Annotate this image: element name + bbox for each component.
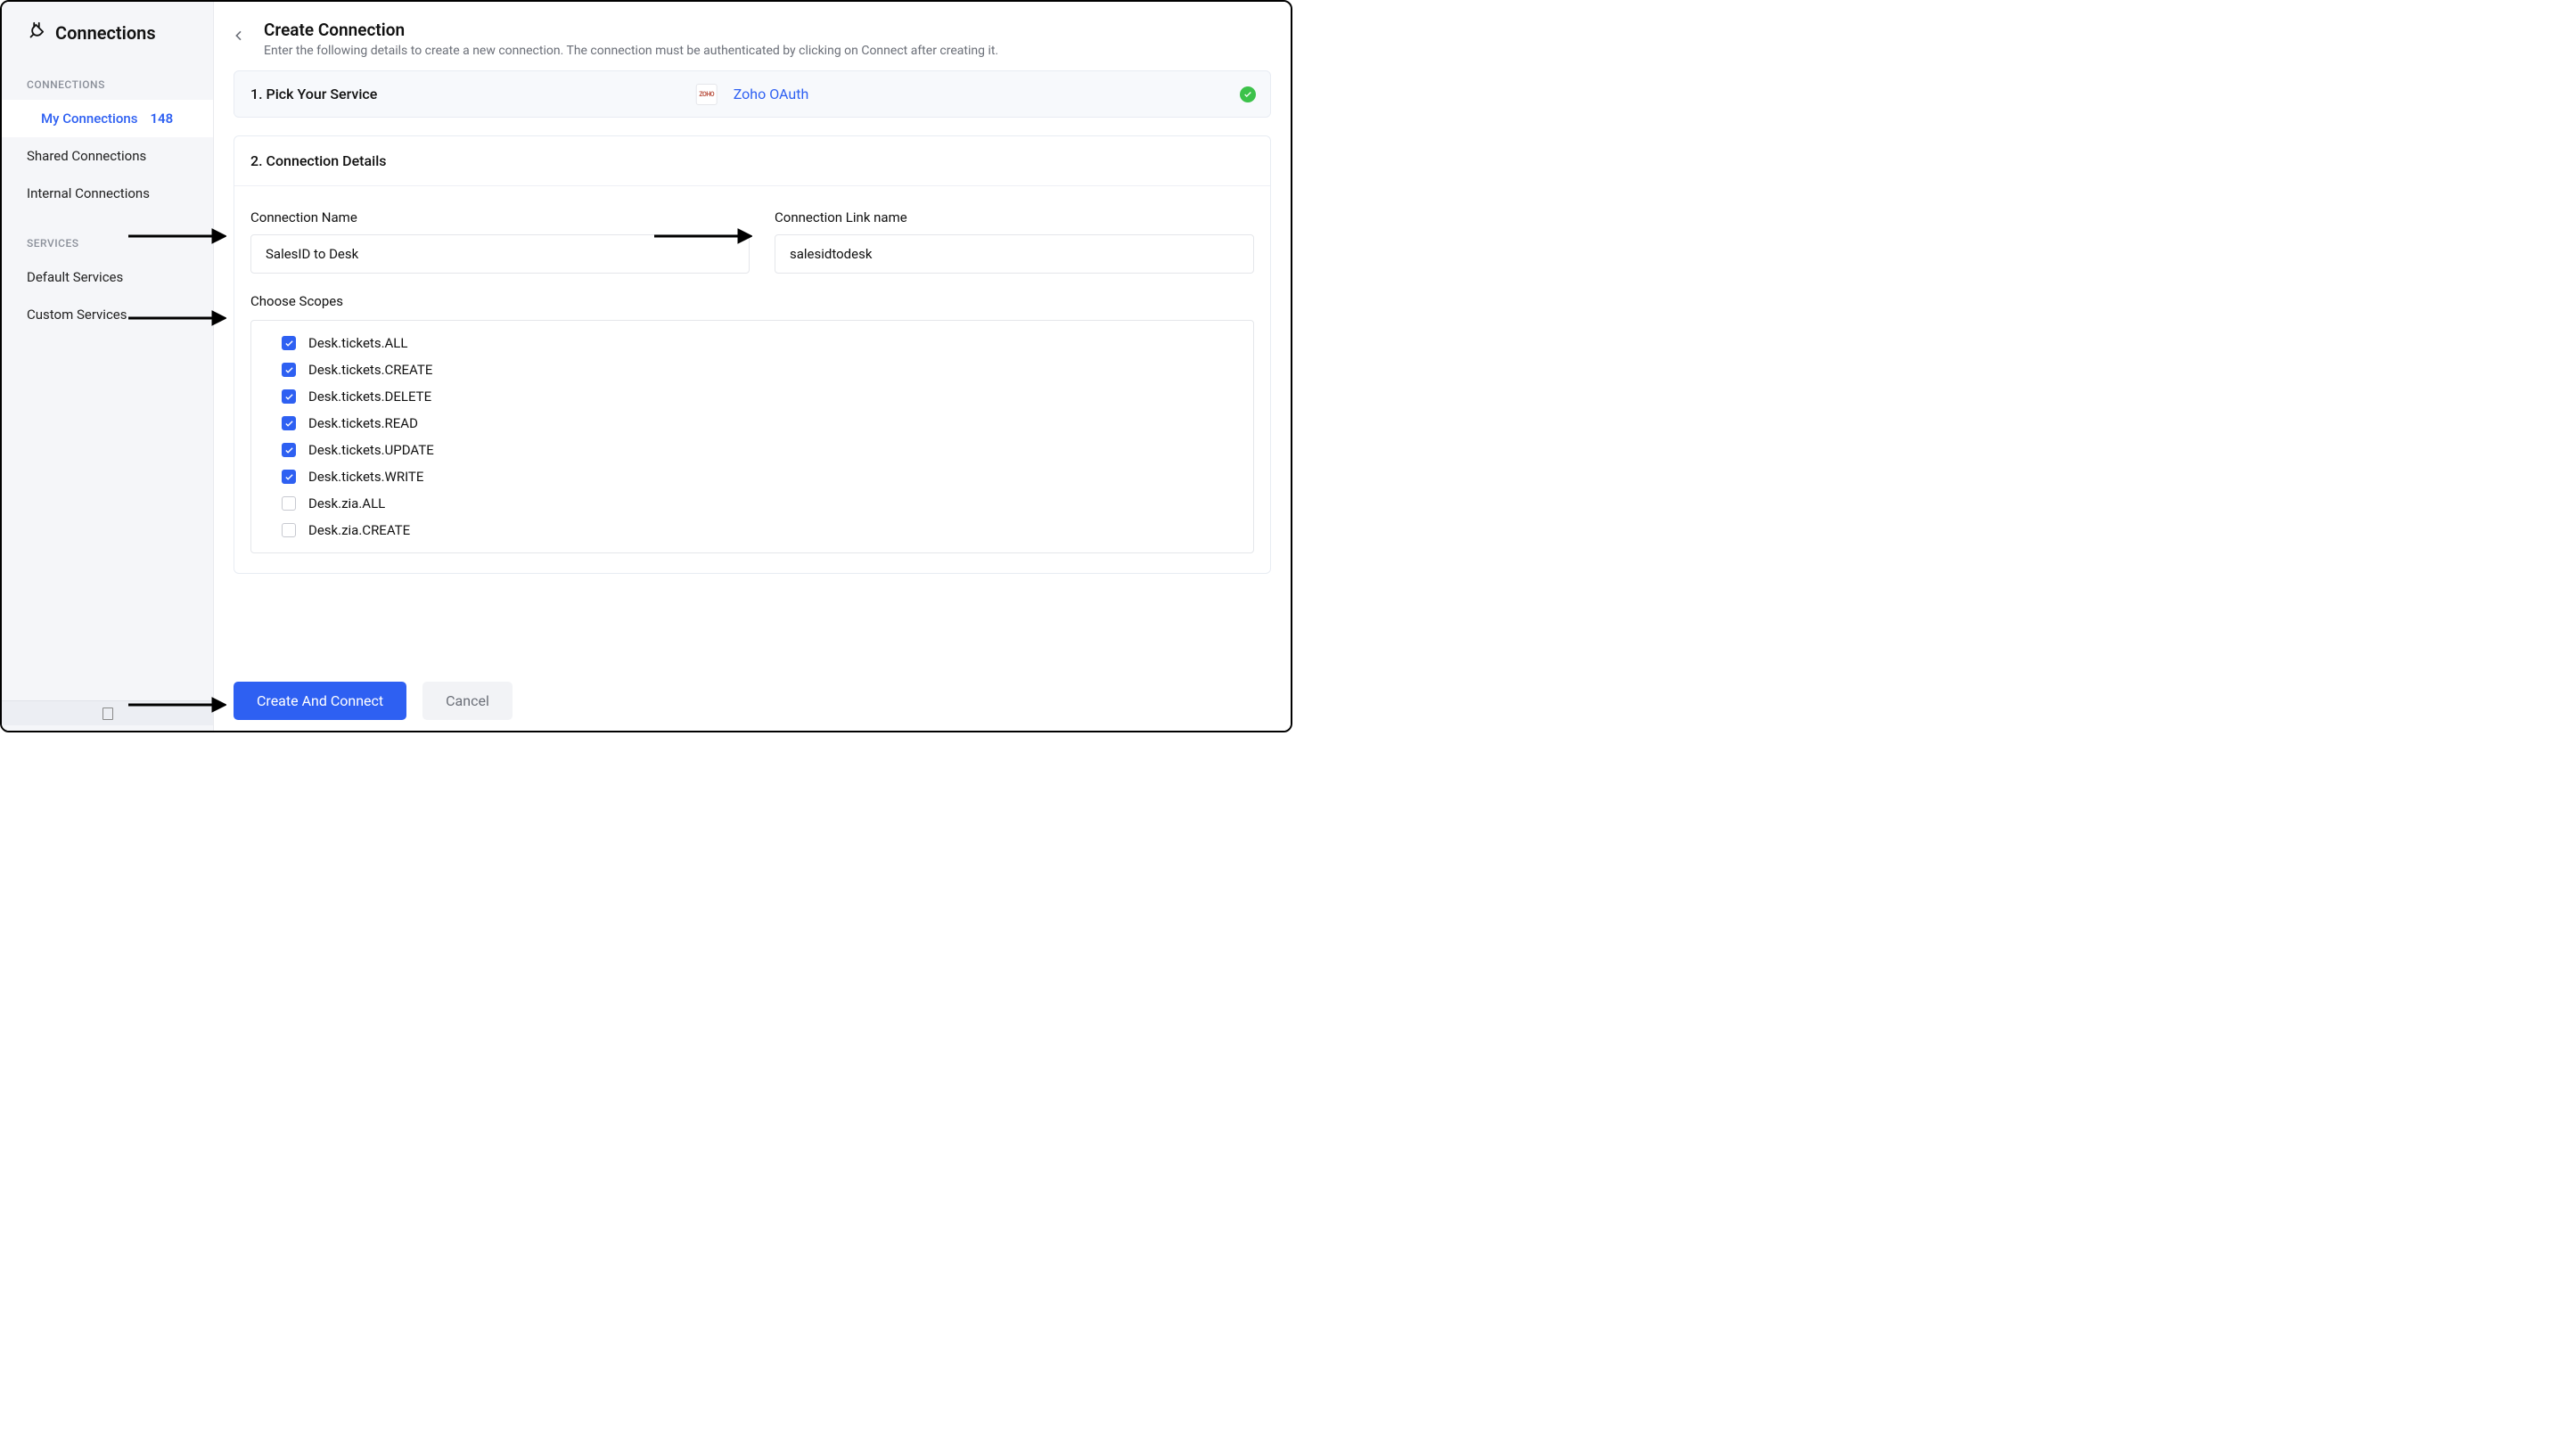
sidebar-item-label: Custom Services	[27, 307, 127, 323]
sidebar: Connections CONNECTIONS My Connections 1…	[2, 2, 214, 731]
sidebar-item-label: Shared Connections	[27, 148, 146, 164]
main-header: Create Connection Enter the following de…	[214, 2, 1291, 70]
checkbox-icon[interactable]	[282, 523, 296, 537]
checkbox-icon[interactable]	[282, 443, 296, 457]
scope-row[interactable]: Desk.zia.CREATE	[251, 517, 1253, 544]
step1-bar[interactable]: 1. Pick Your Service ZOHO Zoho OAuth	[234, 70, 1271, 118]
sidebar-group-services: SERVICES	[2, 212, 213, 258]
plug-icon	[27, 21, 46, 45]
sidebar-title: Connections	[55, 22, 156, 44]
sidebar-item-my-connections[interactable]: My Connections 148	[2, 100, 213, 137]
scope-label: Desk.tickets.DELETE	[308, 389, 431, 405]
connection-link-name-input[interactable]	[775, 234, 1254, 274]
connection-name-input[interactable]	[250, 234, 750, 274]
main: Create Connection Enter the following de…	[214, 2, 1291, 731]
sidebar-item-label: Default Services	[27, 269, 123, 285]
checkbox-icon[interactable]	[282, 470, 296, 484]
sidebar-item-shared-connections[interactable]: Shared Connections	[2, 137, 213, 175]
my-connections-count: 148	[150, 110, 173, 127]
sidebar-item-label: Internal Connections	[27, 185, 150, 201]
cancel-button[interactable]: Cancel	[422, 682, 513, 720]
checkbox-icon[interactable]	[282, 416, 296, 430]
step1-title: 1. Pick Your Service	[250, 86, 377, 102]
back-button[interactable]	[226, 23, 251, 48]
choose-scopes-label: Choose Scopes	[250, 293, 1254, 309]
scope-label: Desk.zia.CREATE	[308, 522, 410, 538]
content: 1. Pick Your Service ZOHO Zoho OAuth 2. …	[214, 70, 1291, 667]
service-name: Zoho OAuth	[734, 86, 809, 102]
sidebar-item-custom-services[interactable]: Custom Services	[2, 296, 213, 333]
step2-panel: 2. Connection Details Connection Name Co…	[234, 135, 1271, 574]
page-subtitle: Enter the following details to create a …	[264, 44, 998, 58]
scope-label: Desk.tickets.READ	[308, 415, 418, 431]
step2-title: 2. Connection Details	[234, 136, 1270, 186]
scope-label: Desk.tickets.UPDATE	[308, 442, 434, 458]
scope-row[interactable]: Desk.tickets.ALL	[251, 330, 1253, 356]
sidebar-footer	[2, 700, 213, 725]
scope-label: Desk.tickets.CREATE	[308, 362, 432, 378]
scope-row[interactable]: Desk.tickets.DELETE	[251, 383, 1253, 410]
page-title: Create Connection	[264, 20, 998, 40]
sidebar-item-internal-connections[interactable]: Internal Connections	[2, 175, 213, 212]
checkbox-icon[interactable]	[282, 363, 296, 377]
zoho-icon: ZOHO	[696, 84, 718, 105]
scopes-list[interactable]: Desk.tickets.ALL Desk.tickets.CREATE Desk.…	[250, 320, 1254, 553]
sidebar-group-connections: CONNECTIONS	[2, 53, 213, 100]
connection-name-label: Connection Name	[250, 209, 750, 225]
scope-label: Desk.zia.ALL	[308, 495, 385, 511]
button-bar: Create And Connect Cancel	[214, 667, 1291, 731]
create-and-connect-button[interactable]: Create And Connect	[234, 682, 406, 720]
scope-label: Desk.tickets.ALL	[308, 335, 407, 351]
scope-row[interactable]: Desk.tickets.WRITE	[251, 463, 1253, 490]
sidebar-item-default-services[interactable]: Default Services	[2, 258, 213, 296]
scope-label: Desk.tickets.WRITE	[308, 469, 423, 485]
check-icon	[1240, 86, 1256, 102]
document-icon	[103, 708, 113, 720]
scope-row[interactable]: Desk.tickets.READ	[251, 410, 1253, 437]
scope-row[interactable]: Desk.tickets.UPDATE	[251, 437, 1253, 463]
sidebar-item-label: My Connections	[41, 110, 137, 127]
connection-link-name-label: Connection Link name	[775, 209, 1254, 225]
scope-row[interactable]: Desk.zia.ALL	[251, 490, 1253, 517]
sidebar-header: Connections	[2, 2, 213, 53]
selected-service: ZOHO Zoho OAuth	[696, 84, 809, 105]
checkbox-icon[interactable]	[282, 336, 296, 350]
checkbox-icon[interactable]	[282, 496, 296, 511]
scope-row[interactable]: Desk.tickets.CREATE	[251, 356, 1253, 383]
checkbox-icon[interactable]	[282, 389, 296, 404]
